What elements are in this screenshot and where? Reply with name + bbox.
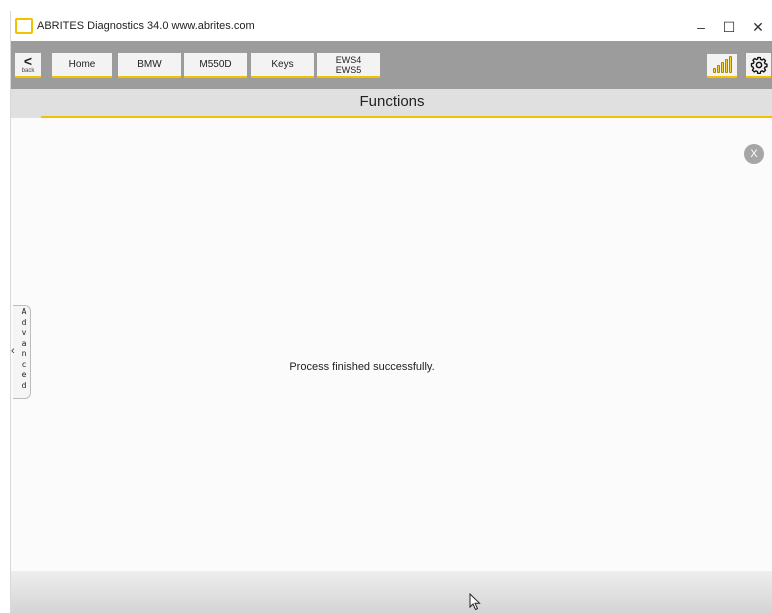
abrites-logo-icon — [15, 18, 33, 34]
breadcrumb-keys[interactable]: Keys — [251, 53, 314, 78]
breadcrumb-home[interactable]: Home — [52, 53, 112, 78]
advanced-letter: a — [21, 338, 27, 348]
back-label: back — [21, 68, 35, 74]
status-message: Process finished successfully. — [289, 361, 435, 373]
advanced-letter: v — [21, 328, 27, 337]
settings-button[interactable] — [746, 53, 771, 78]
signal-bar — [724, 59, 728, 73]
advanced-tab[interactable]: ‹ A d v a n c e d — [11, 305, 33, 400]
signal-bar — [728, 56, 732, 73]
advanced-letter: A — [21, 307, 27, 316]
breadcrumb-ews4-label: EWS4 — [335, 54, 362, 65]
close-panel-button[interactable]: X — [744, 144, 764, 164]
breadcrumb-bmw[interactable]: BMW — [118, 53, 181, 78]
signal-strength-icon[interactable] — [707, 54, 737, 78]
back-chevron-icon: < — [23, 53, 33, 69]
functions-header: Functions — [11, 89, 772, 118]
navigation-toolbar: < back Home BMW M550D Keys EWS4 EWS5 — [11, 41, 772, 89]
chevron-left-icon: ‹ — [11, 345, 15, 357]
close-window-button[interactable]: ✕ — [748, 17, 768, 37]
page-title: Functions — [359, 93, 425, 110]
back-button[interactable]: < back — [15, 53, 41, 78]
breadcrumb-m550d[interactable]: M550D — [184, 53, 247, 78]
gear-icon — [750, 56, 768, 74]
window-title: ABRITES Diagnostics 34.0 www.abrites.com — [37, 20, 255, 32]
signal-bar — [720, 62, 724, 73]
advanced-letter: d — [21, 380, 27, 390]
breadcrumb-ews5-label: EWS5 — [335, 64, 362, 75]
breadcrumb-ews4-ews5[interactable]: EWS4 EWS5 — [317, 53, 380, 78]
header-accent-line — [41, 116, 772, 118]
signal-bar — [712, 68, 716, 73]
mouse-cursor-icon — [469, 593, 481, 611]
advanced-letter: d — [21, 317, 27, 327]
bottom-bar — [11, 571, 772, 613]
advanced-label: A d v a n c e d — [20, 307, 28, 391]
app-window: ABRITES Diagnostics 34.0 www.abrites.com… — [10, 11, 772, 613]
advanced-letter: n — [21, 349, 27, 358]
maximize-button[interactable]: ☐ — [719, 17, 739, 37]
signal-bar — [716, 65, 720, 73]
title-bar: ABRITES Diagnostics 34.0 www.abrites.com… — [11, 11, 772, 41]
minimize-button[interactable]: – — [691, 17, 711, 37]
